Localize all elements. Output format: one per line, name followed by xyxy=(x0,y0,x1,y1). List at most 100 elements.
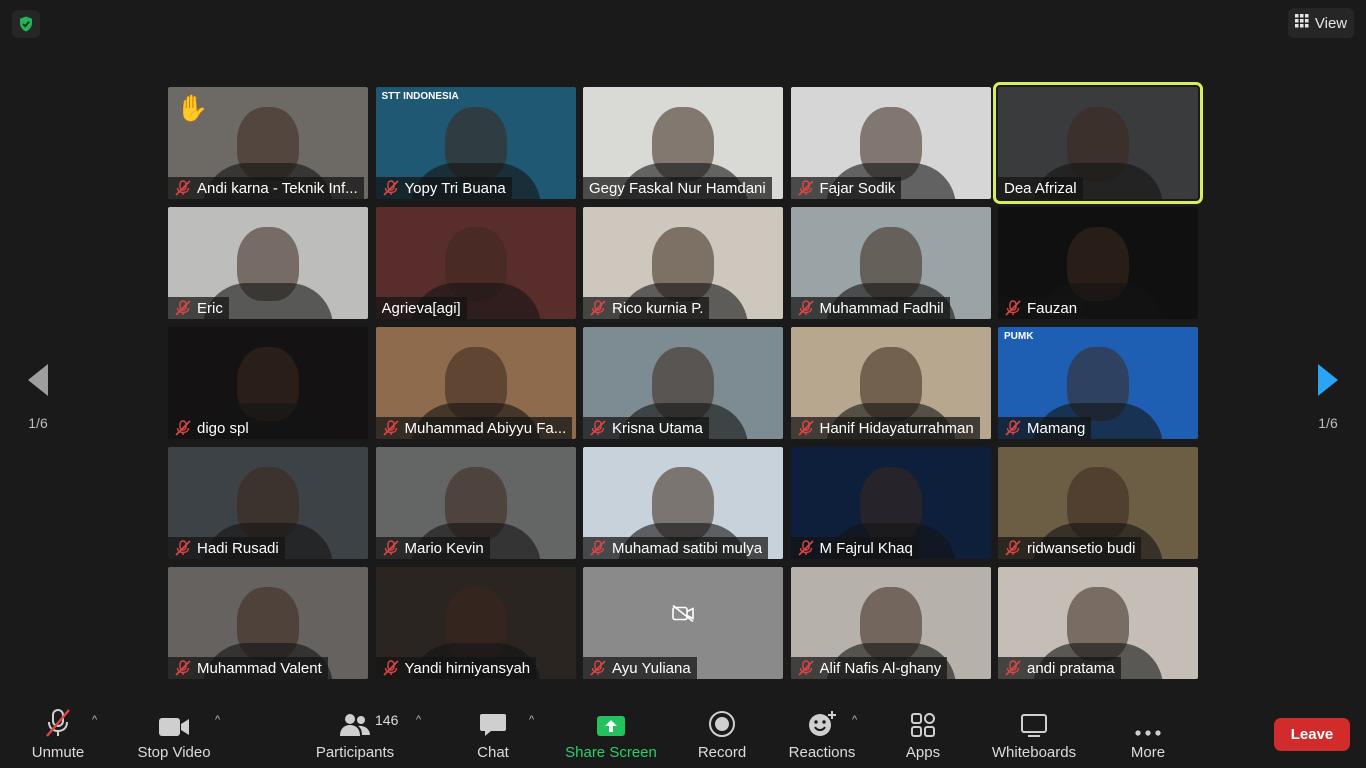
participant-video-tile[interactable]: andi pratama xyxy=(998,567,1198,679)
participant-video-tile[interactable]: Alif Nafis Al-ghany xyxy=(790,567,991,679)
more-button[interactable]: More xyxy=(1093,708,1203,761)
more-icon xyxy=(1134,708,1162,738)
reactions-options-caret-icon[interactable]: ^ xyxy=(852,714,857,726)
mic-muted-icon xyxy=(45,708,71,738)
participant-video-tile[interactable]: STT INDONESIA Yopy Tri Buana xyxy=(375,87,576,199)
participants-icon xyxy=(339,708,371,738)
share-screen-label: Share Screen xyxy=(565,744,657,761)
participant-name: Muhammad Fadhil xyxy=(819,299,944,317)
apps-button[interactable]: Apps xyxy=(868,708,978,761)
participant-video-tile[interactable]: Muhammad Valent xyxy=(168,567,368,679)
participant-name-bar: Eric xyxy=(168,297,229,319)
participant-name-bar: Andi karna - Teknik Inf... xyxy=(168,177,364,199)
mic-muted-icon xyxy=(797,179,815,197)
participant-name-bar: Yandi hirniyansyah xyxy=(375,657,537,679)
participant-video-tile[interactable]: Muhammad Fadhil xyxy=(790,207,991,319)
participant-name: Fauzan xyxy=(1027,299,1078,317)
participant-name: digo spl xyxy=(197,419,249,437)
participant-name-bar: M Fajrul Khaq xyxy=(790,537,919,559)
mic-muted-icon xyxy=(1004,419,1022,437)
mic-muted-icon xyxy=(174,659,192,677)
participant-name: andi pratama xyxy=(1027,659,1115,677)
participant-video-tile[interactable]: Dea Afrizal xyxy=(993,82,1203,204)
participant-name-bar: Fajar Sodik xyxy=(790,177,902,199)
participant-video-tile[interactable]: PUMK Mamang xyxy=(998,327,1198,439)
participant-name: Yandi hirniyansyah xyxy=(404,659,531,677)
meeting-toolbar: Unmute ^ Stop Video ^ Participants 146 ^… xyxy=(0,700,1366,768)
participants-options-caret-icon[interactable]: ^ xyxy=(416,714,421,726)
apps-label: Apps xyxy=(905,744,941,761)
participant-video-tile[interactable]: Fajar Sodik xyxy=(790,87,991,199)
mic-muted-icon xyxy=(382,539,400,557)
participant-name: Hadi Rusadi xyxy=(197,539,279,557)
mic-muted-icon xyxy=(589,539,607,557)
participant-name: Yopy Tri Buana xyxy=(404,179,506,197)
participant-video-tile[interactable]: Hadi Rusadi xyxy=(168,447,368,559)
participant-video-tile[interactable]: Agrieva[agi] xyxy=(375,207,576,319)
chat-bubble-icon xyxy=(479,708,507,738)
participants-label: Participants xyxy=(315,744,395,761)
previous-page-nav[interactable]: 1/6 xyxy=(18,362,58,431)
participant-name: ridwansetio budi xyxy=(1027,539,1136,557)
chat-options-caret-icon[interactable]: ^ xyxy=(529,714,534,726)
record-button[interactable]: Record xyxy=(667,708,777,761)
participant-video-tile[interactable]: ridwansetio budi xyxy=(998,447,1198,559)
participant-name-bar: ridwansetio budi xyxy=(998,537,1142,559)
participant-name-bar: Muhamad satibi mulya xyxy=(583,537,769,559)
mic-muted-icon xyxy=(797,659,815,677)
participant-video-tile[interactable]: ✋ Andi karna - Teknik Inf... xyxy=(168,87,368,199)
leave-button[interactable]: Leave xyxy=(1274,718,1350,751)
mic-muted-icon xyxy=(797,419,815,437)
next-page-nav[interactable]: 1/6 xyxy=(1308,362,1348,431)
chat-label: Chat xyxy=(477,744,509,761)
mic-muted-icon xyxy=(1004,539,1022,557)
record-icon xyxy=(708,708,736,738)
participant-name: Agrieva[agi] xyxy=(381,299,461,317)
view-button[interactable]: View xyxy=(1288,8,1354,38)
participant-name: Muhamad satibi mulya xyxy=(612,539,763,557)
chevron-right-icon[interactable] xyxy=(1316,364,1340,402)
raised-hand-icon: ✋ xyxy=(176,93,209,123)
security-shield-icon[interactable] xyxy=(12,10,40,38)
participant-name-bar: Rico kurnia P. xyxy=(583,297,710,319)
virtual-background-banner: PUMK xyxy=(1004,331,1034,342)
page-indicator-left: 1/6 xyxy=(28,415,48,431)
participant-name-bar: Hanif Hidayaturrahman xyxy=(790,417,980,439)
participant-video-tile[interactable]: Fauzan xyxy=(998,207,1198,319)
participant-name-bar: Muhammad Fadhil xyxy=(790,297,950,319)
participant-video-tile[interactable]: Hanif Hidayaturrahman xyxy=(790,327,991,439)
participant-video-grid: ✋ Andi karna - Teknik Inf... STT INDONESIA… xyxy=(168,82,1203,681)
video-options-caret-icon[interactable]: ^ xyxy=(215,714,220,726)
participant-video-tile[interactable]: Ayu Yuliana xyxy=(583,567,783,679)
participant-video-tile[interactable]: digo spl xyxy=(168,327,368,439)
participant-video-tile[interactable]: Krisna Utama xyxy=(583,327,783,439)
participant-name-bar: Muhammad Abiyyu Fa... xyxy=(375,417,573,439)
unmute-label: Unmute xyxy=(31,744,85,761)
participant-name: Eric xyxy=(197,299,223,317)
participant-video-tile[interactable]: Muhamad satibi mulya xyxy=(583,447,783,559)
participant-name: Alif Nafis Al-ghany xyxy=(819,659,942,677)
chevron-left-icon[interactable] xyxy=(26,364,50,402)
participant-video-tile[interactable]: Muhammad Abiyyu Fa... xyxy=(375,327,576,439)
audio-options-caret-icon[interactable]: ^ xyxy=(92,714,97,726)
participant-video-tile[interactable]: Mario Kevin xyxy=(375,447,576,559)
participant-name-bar: Agrieva[agi] xyxy=(375,297,467,319)
whiteboards-button[interactable]: Whiteboards xyxy=(979,708,1089,761)
participant-video-tile[interactable]: Yandi hirniyansyah xyxy=(375,567,576,679)
stop-video-button[interactable]: Stop Video xyxy=(119,708,229,761)
mic-muted-icon xyxy=(797,299,815,317)
page-indicator-right: 1/6 xyxy=(1318,415,1338,431)
share-screen-button[interactable]: Share Screen xyxy=(556,708,666,761)
participant-name-bar: Mamang xyxy=(998,417,1092,439)
video-off-icon xyxy=(672,605,694,628)
stop-video-label: Stop Video xyxy=(137,744,211,761)
participant-name-bar: Ayu Yuliana xyxy=(583,657,697,679)
reactions-button[interactable]: Reactions xyxy=(767,708,877,761)
participant-video-tile[interactable]: M Fajrul Khaq xyxy=(790,447,991,559)
participant-video-tile[interactable]: Eric xyxy=(168,207,368,319)
participant-video-tile[interactable]: Rico kurnia P. xyxy=(583,207,783,319)
participant-name-bar: Krisna Utama xyxy=(583,417,709,439)
participant-name: Mamang xyxy=(1027,419,1086,437)
participant-name: Gegy Faskal Nur Hamdani xyxy=(589,179,766,197)
participant-video-tile[interactable]: Gegy Faskal Nur Hamdani xyxy=(583,87,783,199)
